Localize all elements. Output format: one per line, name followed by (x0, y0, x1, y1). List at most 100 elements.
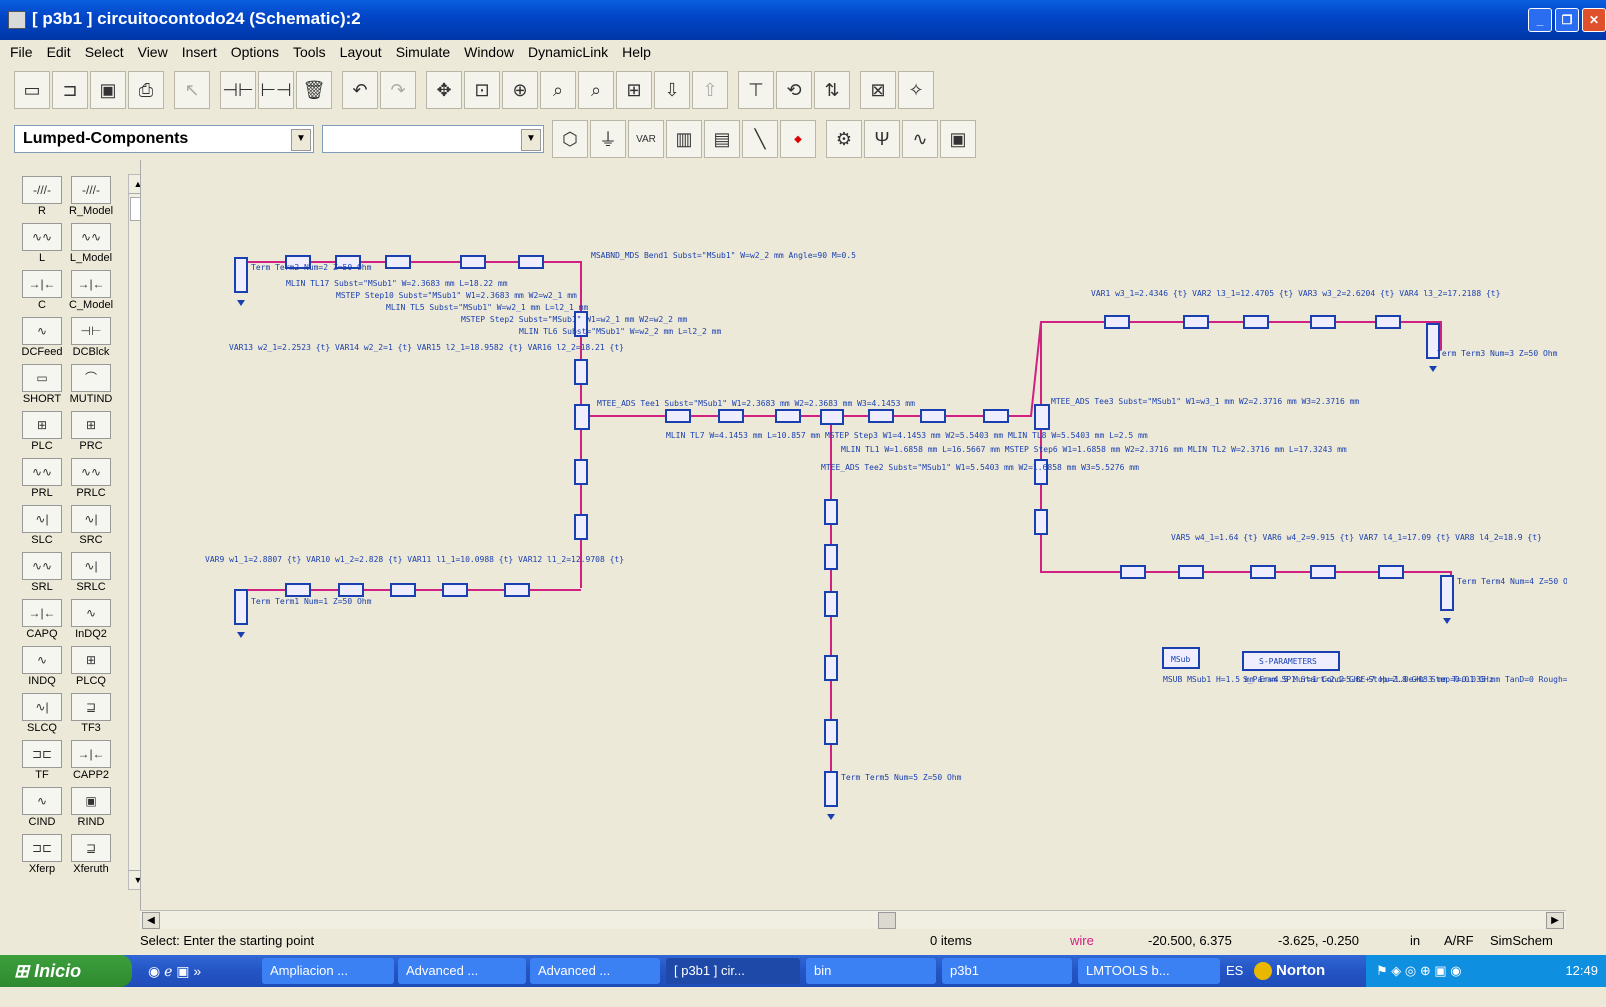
rotate-icon[interactable]: ⟲ (776, 71, 812, 109)
task-p3b1-schematic[interactable]: [ p3b1 ] cir... (666, 958, 800, 984)
menu-simulate[interactable]: Simulate (396, 44, 450, 60)
menu-dynamiclink[interactable]: DynamicLink (528, 44, 608, 60)
palette-item-dcfeed[interactable]: ∿ DCFeed (20, 315, 64, 359)
gear-icon[interactable]: ⚙ (826, 120, 862, 158)
zoom-x2-icon[interactable]: ⌕ (540, 71, 576, 109)
desktop-icon[interactable]: ◉ (148, 963, 160, 979)
task-ampliacion[interactable]: Ampliacion ... (262, 958, 394, 984)
simulate-icon[interactable]: ▥ (666, 120, 702, 158)
palette-item-l[interactable]: ∿∿ L (20, 221, 64, 265)
chevron-more-icon[interactable]: » (193, 963, 201, 979)
undo-icon[interactable]: ↶ (342, 71, 378, 109)
palette-item-cind[interactable]: ∿ CIND (20, 785, 64, 829)
palette-item-tf[interactable]: ⊐⊏ TF (20, 738, 64, 782)
horizontal-scroll-thumb[interactable] (878, 912, 896, 929)
palette-item-plc[interactable]: ⊞ PLC (20, 409, 64, 453)
language-indicator[interactable]: ES (1226, 963, 1243, 978)
data-display-icon[interactable]: ∿ (902, 120, 938, 158)
menu-window[interactable]: Window (464, 44, 514, 60)
new-icon[interactable]: ▭ (14, 71, 50, 109)
push-into-icon[interactable]: ⇩ (654, 71, 690, 109)
app-icon[interactable] (8, 11, 26, 29)
view-all-icon[interactable]: ⊞ (616, 71, 652, 109)
palette-item-c_model[interactable]: →|← C_Model (69, 268, 113, 312)
menu-help[interactable]: Help (622, 44, 651, 60)
media-icon[interactable]: ▣ (176, 963, 189, 979)
palette-item-c[interactable]: →|← C (20, 268, 64, 312)
menu-select[interactable]: Select (85, 44, 124, 60)
palette-item-l_model[interactable]: ∿∿ L_Model (69, 221, 113, 265)
palette-item-prc[interactable]: ⊞ PRC (69, 409, 113, 453)
palette-item-mutind[interactable]: ⌒ MUTIND (69, 362, 113, 406)
move-icon[interactable]: ✥ (426, 71, 462, 109)
task-lmtools[interactable]: LMTOOLS b... (1078, 958, 1220, 984)
stop-icon[interactable]: ⊠ (860, 71, 896, 109)
maximize-button[interactable]: ❐ (1555, 8, 1579, 32)
pin-icon[interactable]: ⊤ (738, 71, 774, 109)
palette-item-slcq[interactable]: ∿| SLCQ (20, 691, 64, 735)
port-icon[interactable]: ⬡ (552, 120, 588, 158)
activate-icon[interactable]: ⊢⊣ (258, 71, 294, 109)
menu-file[interactable]: File (10, 44, 33, 60)
palette-item-plcq[interactable]: ⊞ PLCQ (69, 644, 113, 688)
tune-icon[interactable]: ✧ (898, 71, 934, 109)
tune-parameters-icon[interactable]: Ψ (864, 120, 900, 158)
wire-icon[interactable]: ╲ (742, 120, 778, 158)
palette-item-srlc[interactable]: ∿| SRLC (69, 550, 113, 594)
palette-item-indq2[interactable]: ∿ InDQ2 (69, 597, 113, 641)
palette-item-short[interactable]: ▭ SHORT (20, 362, 64, 406)
palette-item-srl[interactable]: ∿∿ SRL (20, 550, 64, 594)
open-icon[interactable]: ⊐ (52, 71, 88, 109)
zoom-area-icon[interactable]: ⊡ (464, 71, 500, 109)
component-select[interactable]: ▼ (322, 125, 544, 153)
palette-item-prl[interactable]: ∿∿ PRL (20, 456, 64, 500)
redo-icon[interactable]: ↷ (380, 71, 416, 109)
task-p3b1-folder[interactable]: p3b1 (942, 958, 1072, 984)
task-advanced-2[interactable]: Advanced ... (530, 958, 660, 984)
chevron-down-icon[interactable]: ▼ (291, 129, 311, 151)
ie-icon[interactable]: ℯ (164, 963, 172, 979)
palette-item-prlc[interactable]: ∿∿ PRLC (69, 456, 113, 500)
palette-item-slc[interactable]: ∿| SLC (20, 503, 64, 547)
palette-item-capq[interactable]: →|← CAPQ (20, 597, 64, 641)
canvas-horizontal-scrollbar[interactable]: ◀ ▶ (140, 910, 1566, 929)
library-select[interactable]: Lumped-Components ▼ (14, 125, 314, 153)
palette-item-rind[interactable]: ▣ RIND (69, 785, 113, 829)
chevron-right-icon[interactable]: ▶ (1546, 912, 1564, 929)
palette-item-indq[interactable]: ∿ INDQ (20, 644, 64, 688)
delete-icon[interactable]: 🗑 (296, 71, 332, 109)
tuning-icon[interactable]: ▤ (704, 120, 740, 158)
task-advanced-1[interactable]: Advanced ... (398, 958, 526, 984)
print-icon[interactable]: ⎙ (128, 71, 164, 109)
close-button[interactable]: ✕ (1582, 8, 1606, 32)
var-icon[interactable]: VAR (628, 120, 664, 158)
chevron-left-icon[interactable]: ◀ (142, 912, 160, 929)
menu-edit[interactable]: Edit (47, 44, 71, 60)
start-button[interactable]: ⊞ Inicio (0, 955, 132, 987)
zoom-in-icon[interactable]: ⊕ (502, 71, 538, 109)
palette-item-dcblck[interactable]: ⊣⊢ DCBlck (69, 315, 113, 359)
palette-item-r_model[interactable]: -///- R_Model (69, 174, 113, 218)
menu-layout[interactable]: Layout (340, 44, 382, 60)
palette-item-src[interactable]: ∿| SRC (69, 503, 113, 547)
task-bin[interactable]: bin (806, 958, 936, 984)
clock[interactable]: 12:49 (1565, 955, 1598, 987)
name-icon[interactable]: ◆ (780, 120, 816, 158)
schematic-drawing[interactable]: Term Term2 Num=2 Z=50 Ohm MLIN TL17 Subs… (141, 160, 1587, 910)
save-icon[interactable]: ▣ (90, 71, 126, 109)
palette-item-xferuth[interactable]: ⊒ Xferuth (69, 832, 113, 876)
menu-insert[interactable]: Insert (182, 44, 217, 60)
menu-options[interactable]: Options (231, 44, 279, 60)
norton-button[interactable]: Norton (1254, 959, 1325, 983)
select-pointer-icon[interactable]: ↖ (174, 71, 210, 109)
save-data-icon[interactable]: ▣ (940, 120, 976, 158)
pop-out-icon[interactable]: ⇧ (692, 71, 728, 109)
palette-item-capp2[interactable]: →|← CAPP2 (69, 738, 113, 782)
ground-icon[interactable]: ⏚ (590, 120, 626, 158)
tray-icons[interactable]: ⚑ ◈ ◎ ⊕ ▣ ◉ (1376, 955, 1462, 987)
schematic-canvas[interactable]: Term Term2 Num=2 Z=50 Ohm MLIN TL17 Subs… (140, 160, 1587, 910)
chevron-down-icon[interactable]: ▼ (521, 129, 541, 151)
deactivate-icon[interactable]: ⊣⊢ (220, 71, 256, 109)
palette-item-r[interactable]: -///- R (20, 174, 64, 218)
palette-item-tf3[interactable]: ⊒ TF3 (69, 691, 113, 735)
